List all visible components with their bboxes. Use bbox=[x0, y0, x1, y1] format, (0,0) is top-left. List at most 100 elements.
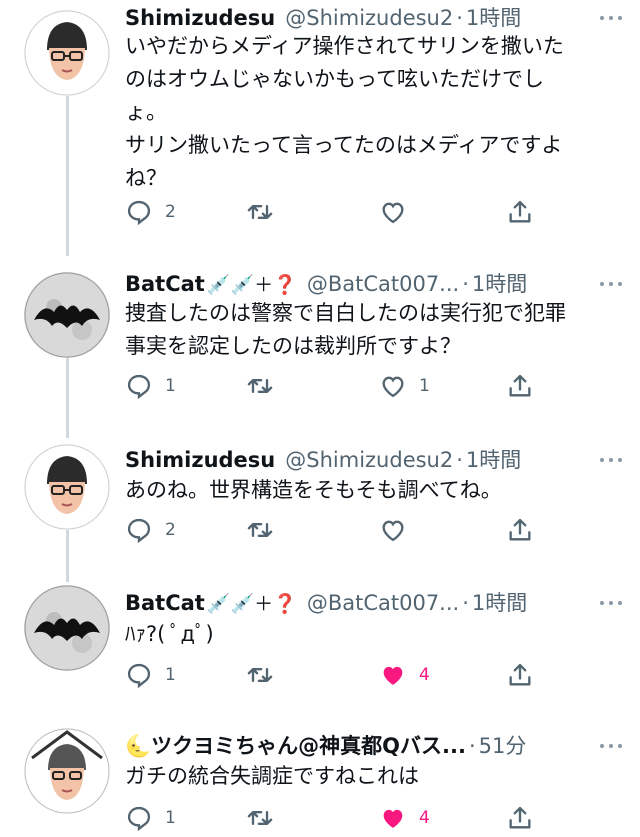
timestamp[interactable]: 1時間 bbox=[472, 587, 527, 617]
tweet-actions: 1 4 bbox=[125, 804, 545, 834]
avatar-shimizudesu[interactable] bbox=[24, 10, 110, 96]
share-icon bbox=[509, 200, 531, 223]
retweet-button[interactable] bbox=[246, 661, 274, 689]
retweet-icon bbox=[247, 811, 273, 825]
tweet-text-line: ね？ bbox=[125, 166, 167, 190]
tweet-text-line: サリン撒いたって言ってたのはメディアですよ bbox=[125, 133, 563, 157]
display-name[interactable]: BatCat bbox=[125, 272, 205, 296]
like-icon bbox=[382, 520, 404, 542]
share-button[interactable] bbox=[506, 516, 534, 544]
retweet-icon bbox=[247, 379, 273, 393]
reply-icon bbox=[127, 806, 151, 832]
more-icon[interactable] bbox=[596, 450, 626, 470]
tweet-text-line: ﾊｧ?( ﾟдﾟ) bbox=[125, 622, 214, 646]
like-button[interactable]: 4 bbox=[379, 804, 430, 832]
tweet[interactable]: BatCat 💉💉＋❓ @BatCat007... · 1時間 ﾊｧ?( ﾟдﾟ… bbox=[0, 585, 640, 705]
reply-count: 1 bbox=[165, 376, 176, 396]
name-emoji: 💉💉＋❓ bbox=[206, 593, 297, 615]
timestamp[interactable]: 1時間 bbox=[466, 2, 521, 32]
reply-count: 1 bbox=[165, 665, 176, 685]
more-icon[interactable] bbox=[596, 736, 626, 756]
more-icon[interactable] bbox=[596, 274, 626, 294]
share-button[interactable] bbox=[506, 372, 534, 400]
tweet-header: BatCat 💉💉＋❓ @BatCat007... · 1時間 bbox=[125, 587, 527, 617]
avatar-shimizudesu[interactable] bbox=[24, 444, 110, 530]
tweet-text-line: あのね。世界構造をそもそも調べてね。 bbox=[125, 478, 502, 502]
like-icon bbox=[383, 666, 403, 685]
share-icon bbox=[509, 663, 531, 686]
share-button[interactable] bbox=[506, 661, 534, 689]
retweet-button[interactable] bbox=[246, 516, 274, 544]
timestamp[interactable]: 1時間 bbox=[472, 268, 527, 298]
avatar-batcat[interactable] bbox=[24, 585, 110, 671]
name-emoji: 💉💉＋❓ bbox=[206, 274, 297, 296]
retweet-button[interactable] bbox=[246, 804, 274, 832]
user-handle[interactable]: @Shimizudesu2 bbox=[285, 448, 453, 472]
display-name[interactable]: 🌜ツクヨミちゃん@神真都Qバス... bbox=[125, 730, 466, 760]
tweet-header: 🌜ツクヨミちゃん@神真都Qバス... · 51分 bbox=[125, 730, 526, 760]
avatar-batcat[interactable] bbox=[24, 272, 110, 358]
tweet[interactable]: Shimizudesu @Shimizudesu2 · 1時間 あのね。世界構造… bbox=[0, 440, 640, 570]
tweet-text: ガチの統合失調症ですねこれは bbox=[125, 760, 615, 793]
display-name[interactable]: Shimizudesu bbox=[125, 448, 275, 472]
like-icon bbox=[382, 376, 404, 398]
retweet-icon bbox=[247, 523, 273, 537]
avatar-tsukuyomi[interactable] bbox=[24, 728, 110, 814]
retweet-icon bbox=[247, 205, 273, 219]
user-handle[interactable]: @BatCat007... bbox=[307, 272, 459, 296]
reply-button[interactable]: 1 bbox=[125, 804, 176, 832]
share-icon bbox=[509, 374, 531, 397]
tweet-header: BatCat 💉💉＋❓ @BatCat007... · 1時間 bbox=[125, 268, 527, 298]
retweet-button[interactable] bbox=[246, 198, 274, 226]
like-button[interactable] bbox=[379, 198, 407, 226]
like-button[interactable] bbox=[379, 516, 407, 544]
reply-count: 2 bbox=[165, 202, 176, 222]
reply-count: 1 bbox=[165, 808, 176, 828]
reply-icon bbox=[127, 374, 151, 400]
tweet-actions: 2 bbox=[125, 516, 545, 546]
user-handle[interactable]: @Shimizudesu2 bbox=[285, 6, 453, 30]
tweet-actions: 1 1 bbox=[125, 372, 545, 402]
tweet-header: Shimizudesu @Shimizudesu2 · 1時間 bbox=[125, 2, 521, 32]
like-button[interactable]: 1 bbox=[379, 372, 430, 400]
reply-count: 2 bbox=[165, 520, 176, 540]
reply-button[interactable]: 1 bbox=[125, 372, 176, 400]
reply-icon bbox=[127, 200, 151, 226]
reply-button[interactable]: 1 bbox=[125, 661, 176, 689]
reply-button[interactable]: 2 bbox=[125, 516, 176, 544]
separator-dot: · bbox=[462, 272, 469, 296]
like-icon bbox=[383, 809, 403, 828]
like-count: 4 bbox=[419, 665, 430, 685]
more-icon[interactable] bbox=[596, 8, 626, 28]
share-icon bbox=[509, 518, 531, 541]
reply-button[interactable]: 2 bbox=[125, 198, 176, 226]
tweet-header: Shimizudesu @Shimizudesu2 · 1時間 bbox=[125, 444, 521, 474]
like-count: 1 bbox=[419, 376, 430, 396]
share-icon bbox=[509, 806, 531, 829]
like-count: 4 bbox=[419, 808, 430, 828]
retweet-button[interactable] bbox=[246, 372, 274, 400]
tweet-text-line: 捜査したのは警察で自白したのは実行犯で犯罪 bbox=[125, 301, 566, 325]
display-name[interactable]: BatCat bbox=[125, 591, 205, 615]
display-name[interactable]: Shimizudesu bbox=[125, 6, 275, 30]
share-button[interactable] bbox=[506, 804, 534, 832]
user-handle[interactable]: @BatCat007... bbox=[307, 591, 459, 615]
tweet-text-line: ょ。 bbox=[125, 100, 167, 124]
timestamp[interactable]: 51分 bbox=[479, 730, 527, 760]
tweet[interactable]: 🌜ツクヨミちゃん@神真都Qバス... · 51分 ガチの統合失調症ですねこれは … bbox=[0, 728, 640, 837]
tweet-text-line: ガチの統合失調症ですねこれは bbox=[125, 764, 419, 788]
tweet-text-line: いやだからメディア操作されてサリンを撒いた bbox=[125, 34, 564, 58]
timestamp[interactable]: 1時間 bbox=[466, 444, 521, 474]
more-icon[interactable] bbox=[596, 593, 626, 613]
tweet[interactable]: Shimizudesu @Shimizudesu2 · 1時間 いやだからメディ… bbox=[0, 0, 640, 245]
like-icon bbox=[382, 202, 404, 224]
tweet-text-line: のはオウムじゃないかもって呟いただけでし bbox=[125, 67, 544, 91]
tweet[interactable]: BatCat 💉💉＋❓ @BatCat007... · 1時間 捜査したのは警察… bbox=[0, 262, 640, 422]
tweet-text-line: 事実を認定したのは裁判所ですよ？ bbox=[125, 334, 461, 358]
tweet-actions: 1 4 bbox=[125, 661, 545, 691]
separator-dot: · bbox=[456, 448, 463, 472]
reply-icon bbox=[127, 518, 151, 544]
tweet-text: 捜査したのは警察で自白したのは実行犯で犯罪 事実を認定したのは裁判所ですよ？ bbox=[125, 297, 615, 363]
like-button[interactable]: 4 bbox=[379, 661, 430, 689]
share-button[interactable] bbox=[506, 198, 534, 226]
